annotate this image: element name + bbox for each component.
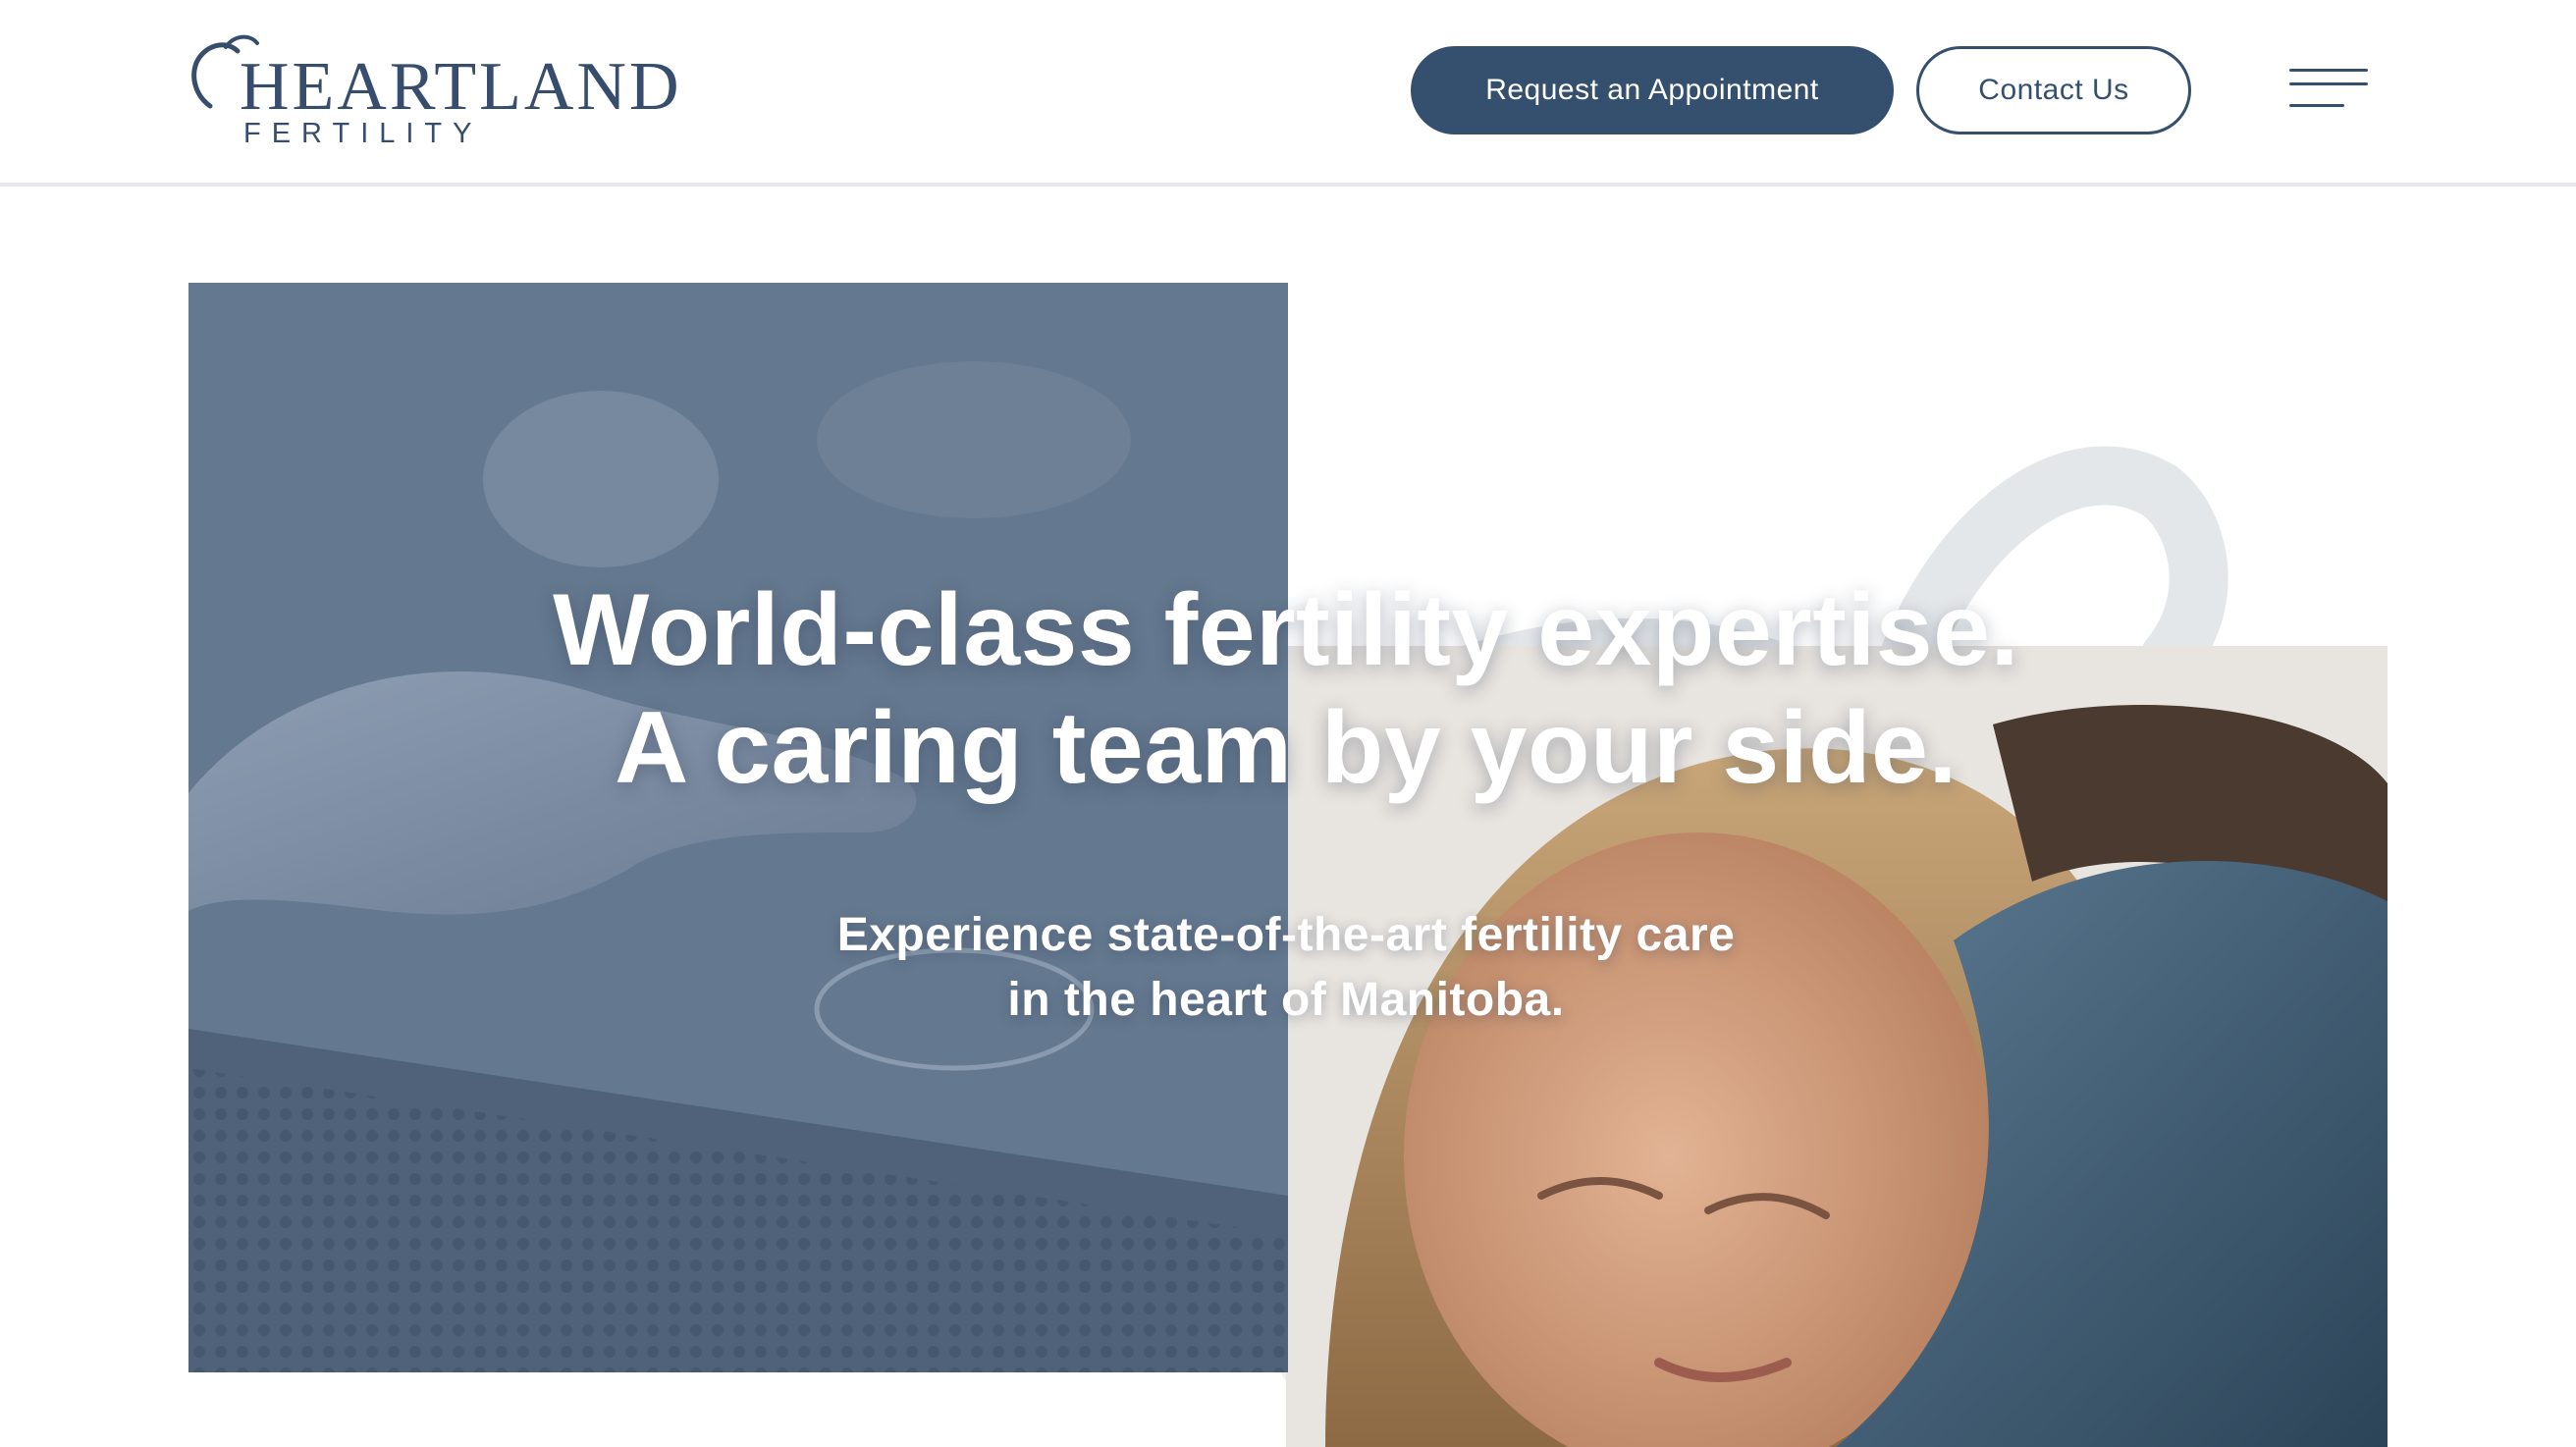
lab-photo-illustration	[188, 283, 1288, 1372]
page: HEARTLAND FERTILITY Request an Appointme…	[0, 0, 2576, 1447]
hero-subtitle-line-2: in the heart of Manitoba.	[1007, 974, 1565, 1026]
heartland-fertility-logo[interactable]: HEARTLAND FERTILITY	[187, 31, 679, 154]
hero-title-line-1: World-class fertility expertise.	[553, 573, 2019, 687]
hamburger-menu-icon[interactable]	[2282, 61, 2371, 120]
logo-wordmark: HEARTLAND	[240, 49, 682, 125]
site-header: HEARTLAND FERTILITY Request an Appointme…	[0, 0, 2576, 187]
hero-title-line-2: A caring team by your side.	[615, 691, 1958, 805]
logo-subline: FERTILITY	[243, 118, 483, 149]
hero-subtitle-line-1: Experience state-of-the-art fertility ca…	[836, 909, 1736, 961]
contact-us-button[interactable]: Contact Us	[1916, 46, 2191, 134]
hero-title: World-class fertility expertise. A carin…	[393, 571, 2179, 807]
hero-subtitle: Experience state-of-the-art fertility ca…	[687, 903, 1885, 1033]
request-appointment-button[interactable]: Request an Appointment	[1411, 46, 1894, 134]
menu-line-top	[2289, 69, 2368, 72]
lab-gloved-hand-photo	[188, 283, 1288, 1372]
menu-line-middle	[2289, 82, 2368, 85]
menu-line-bottom	[2289, 104, 2344, 107]
